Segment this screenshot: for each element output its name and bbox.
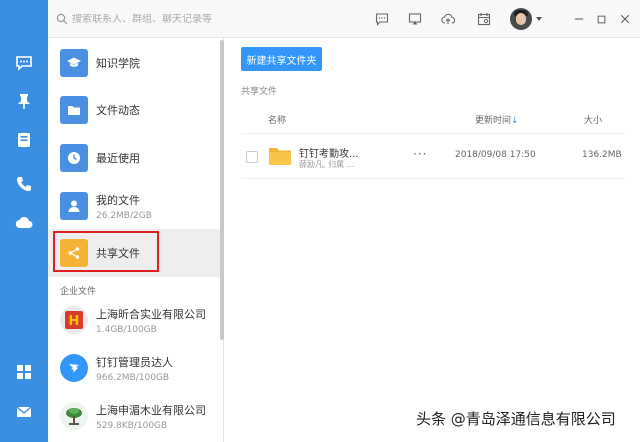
chat-bubble-icon[interactable] <box>374 11 390 27</box>
nav-label: 最近使用 <box>96 152 140 165</box>
pin-icon[interactable] <box>12 89 36 113</box>
phone-icon[interactable] <box>12 172 36 196</box>
org-logo-icon: H <box>60 306 88 334</box>
nav-my-files[interactable]: 我的文件 26.2MB/2GB <box>48 182 220 230</box>
org-item[interactable]: 上海申湄木业有限公司 529.8KB/100GB <box>48 392 220 440</box>
search-icon <box>56 13 68 25</box>
org-name: 上海昕合实业有限公司 <box>96 307 206 321</box>
nav-label: 知识学院 <box>96 57 140 70</box>
svg-text:H: H <box>69 314 80 329</box>
column-size[interactable]: 大小 <box>584 113 602 126</box>
sort-down-icon: ↓ <box>511 116 519 126</box>
panel-scrollbar[interactable] <box>220 40 224 340</box>
nav-recent[interactable]: 最近使用 <box>48 134 220 182</box>
nav-knowledge-academy[interactable]: 知识学院 <box>48 39 220 87</box>
new-shared-folder-button[interactable]: 新建共享文件夹 <box>241 47 322 71</box>
storage-usage: 26.2MB/2GB <box>96 210 152 221</box>
table-header: 名称 更新时间↓ 大小 <box>241 104 625 134</box>
file-updated: 2018/09/08 17:50 <box>455 150 536 160</box>
watermark: 头条 @青岛泽通信息有限公司 <box>416 410 616 428</box>
tree-logo-icon <box>60 402 88 430</box>
folder-icon <box>269 148 291 165</box>
breadcrumb: 共享文件 <box>241 87 278 97</box>
org-name: 钉钉管理员达人 <box>96 355 173 369</box>
nav-file-activity[interactable]: 文件动态 <box>48 86 220 134</box>
org-name: 上海申湄木业有限公司 <box>96 403 206 417</box>
mail-icon[interactable] <box>12 400 36 424</box>
org-storage: 966.2MB/100GB <box>96 372 170 383</box>
graduation-cap-icon <box>60 49 88 77</box>
close-icon[interactable] <box>616 10 634 28</box>
org-item[interactable]: H 上海昕合实业有限公司 1.4GB/100GB <box>48 296 220 344</box>
search-input[interactable] <box>72 13 302 25</box>
folder-icon <box>60 96 88 124</box>
more-options-icon[interactable]: ··· <box>413 147 427 161</box>
nav-label: 文件动态 <box>96 104 140 117</box>
user-icon <box>60 192 88 220</box>
file-owner: 薛励凡, 归属 ... <box>299 160 355 169</box>
file-size: 136.2MB <box>582 150 622 160</box>
column-updated[interactable]: 更新时间↓ <box>475 113 519 126</box>
table-row[interactable]: 钉钉考勤攻... 薛励凡, 归属 ... ··· 2018/09/08 17:5… <box>241 135 625 179</box>
column-updated-label: 更新时间 <box>475 116 512 126</box>
nav-label: 我的文件 <box>96 193 140 207</box>
minimize-icon[interactable] <box>570 10 588 28</box>
left-rail <box>0 0 48 442</box>
org-item[interactable]: 钉钉管理员达人 966.2MB/100GB <box>48 344 220 392</box>
messages-icon[interactable] <box>12 51 36 75</box>
caret-down-icon[interactable] <box>536 17 542 21</box>
calendar-icon[interactable] <box>476 11 492 27</box>
cloud-drive-icon[interactable] <box>12 211 36 235</box>
avatar[interactable] <box>510 8 532 30</box>
main-content: 新建共享文件夹 共享文件 名称 更新时间↓ 大小 钉钉考勤攻... 薛励凡, 归… <box>226 38 640 442</box>
org-storage: 529.8KB/100GB <box>96 420 168 431</box>
screen-share-icon[interactable] <box>407 11 423 27</box>
notebook-icon[interactable] <box>12 128 36 152</box>
file-name[interactable]: 钉钉考勤攻... <box>299 145 359 160</box>
maximize-icon[interactable] <box>592 10 610 28</box>
file-nav-panel: 知识学院 文件动态 最近使用 我的文件 26.2MB/2GB 共享文件 企业文件… <box>48 38 224 442</box>
clock-icon <box>60 144 88 172</box>
search-box[interactable] <box>56 9 316 29</box>
top-bar <box>48 0 640 38</box>
apps-grid-icon[interactable] <box>12 360 36 384</box>
org-storage: 1.4GB/100GB <box>96 324 157 335</box>
row-checkbox[interactable] <box>246 151 258 163</box>
highlight-annotation <box>53 231 159 272</box>
dingtalk-logo-icon <box>60 354 88 382</box>
cloud-upload-icon[interactable] <box>440 11 456 27</box>
column-name[interactable]: 名称 <box>268 113 286 126</box>
